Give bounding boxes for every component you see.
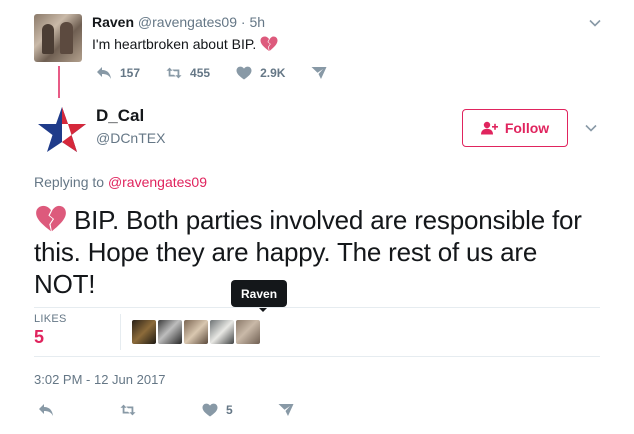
main-author-name[interactable]: D_Cal [96, 106, 144, 126]
main-tweet-body: BIP. Both parties involved are responsib… [34, 205, 582, 299]
likers-avatar-list [132, 320, 260, 344]
main-author-avatar[interactable] [34, 104, 90, 160]
direct-message-button[interactable] [278, 403, 294, 417]
like-count: 5 [226, 403, 233, 417]
replying-to-prefix: Replying to [34, 174, 105, 190]
reply-icon [97, 67, 111, 79]
texas-star-logo-icon [38, 107, 86, 152]
liker-avatar[interactable] [210, 320, 234, 344]
tweet-timestamp[interactable]: 3:02 PM - 12 Jun 2017 [34, 372, 166, 387]
thread-connector-line [58, 66, 60, 98]
direct-message-icon [278, 404, 294, 416]
likes-count: 5 [34, 327, 45, 347]
parent-reply-button[interactable]: 157 [96, 66, 140, 80]
parent-time-separator: · [240, 14, 246, 30]
add-user-icon [480, 121, 498, 135]
divider-bottom [34, 356, 600, 357]
likes-label: LIKES [34, 313, 67, 325]
like-button[interactable]: 5 [202, 403, 233, 417]
follow-button[interactable]: Follow [462, 109, 568, 147]
parent-reply-count: 157 [120, 66, 141, 80]
main-author-handle[interactable]: @DCnTEX [96, 130, 165, 146]
parent-tweet-actions: 157 455 2.9K [96, 66, 353, 80]
liker-name-tooltip: Raven [231, 280, 288, 312]
likes-separator [120, 314, 121, 350]
retweet-button[interactable] [120, 403, 136, 417]
likes-stat[interactable]: LIKES 5 [34, 313, 118, 348]
main-tweet-text: BIP. Both parties involved are responsib… [34, 204, 594, 300]
parent-tweet-time[interactable]: 5h [249, 14, 265, 30]
main-chevron-down-icon[interactable] [582, 119, 600, 137]
main-tweet-actions: 5 [38, 403, 338, 419]
parent-chevron-down-icon[interactable] [586, 14, 604, 32]
parent-like-button[interactable]: 2.9K [236, 66, 285, 80]
tooltip-text: Raven [241, 286, 278, 301]
parent-like-count: 2.9K [260, 66, 286, 80]
parent-tweet-header: Raven @ravengates09 · 5h [92, 14, 265, 30]
liker-avatar[interactable] [236, 320, 260, 344]
parent-retweet-button[interactable]: 455 [166, 66, 210, 80]
reply-button[interactable] [38, 403, 54, 417]
parent-tweet-body: I'm heartbroken about BIP. [92, 36, 257, 52]
broken-heart-icon [34, 205, 68, 233]
liker-avatar[interactable] [158, 320, 182, 344]
retweet-icon [166, 67, 182, 79]
heart-icon [236, 66, 252, 80]
parent-author-handle[interactable]: @ravengates09 [138, 14, 237, 30]
reply-icon [39, 404, 53, 416]
replying-to-line: Replying to @ravengates09 [34, 174, 207, 190]
parent-retweet-count: 455 [190, 66, 211, 80]
parent-direct-message-button[interactable] [311, 66, 327, 80]
parent-tweet-text: I'm heartbroken about BIP. [92, 36, 278, 52]
liker-avatar[interactable] [132, 320, 156, 344]
heart-icon [202, 403, 218, 417]
replying-to-mention-link[interactable]: @ravengates09 [108, 174, 207, 190]
direct-message-icon [311, 67, 327, 79]
divider-top [34, 307, 600, 308]
broken-heart-icon [260, 36, 278, 52]
follow-button-label: Follow [504, 120, 550, 136]
parent-avatar[interactable] [34, 14, 82, 62]
liker-avatar[interactable] [184, 320, 208, 344]
retweet-icon [120, 404, 136, 416]
parent-author-name[interactable]: Raven [92, 14, 134, 30]
